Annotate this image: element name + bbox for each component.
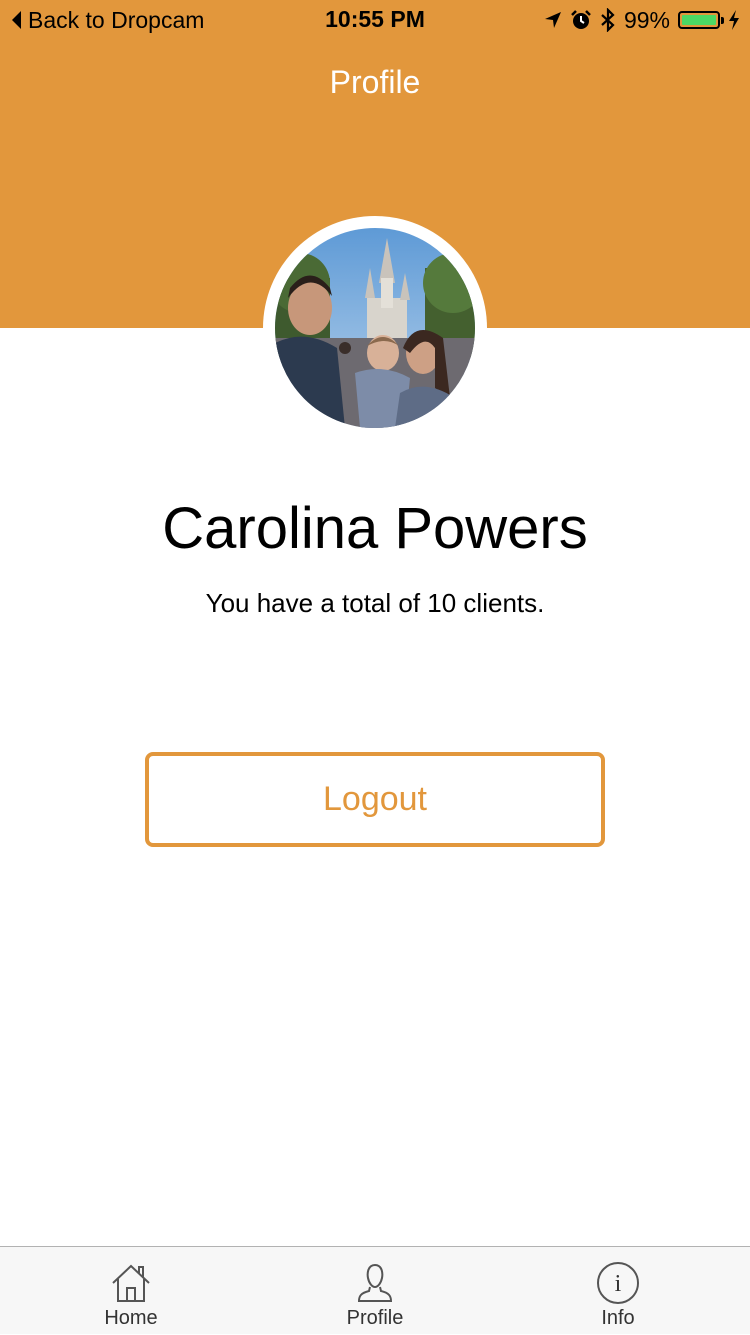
avatar-ring bbox=[263, 216, 487, 440]
tab-home-label: Home bbox=[104, 1307, 158, 1329]
location-arrow-icon bbox=[544, 12, 561, 28]
charging-bolt-icon bbox=[729, 10, 739, 30]
info-icon: i bbox=[597, 1262, 639, 1304]
bluetooth-icon bbox=[601, 8, 615, 32]
alarm-icon bbox=[571, 10, 591, 29]
logout-button[interactable]: Logout bbox=[145, 752, 605, 847]
tab-home[interactable]: Home bbox=[6, 1247, 256, 1335]
tab-bar: Home Profile i Info bbox=[0, 1246, 750, 1334]
tab-profile[interactable]: Profile bbox=[250, 1247, 500, 1335]
avatar bbox=[275, 228, 475, 428]
battery-level-fill bbox=[682, 15, 716, 25]
status-bar: Back to Dropcam 10:55 PM 99% bbox=[0, 0, 750, 40]
user-name: Carolina Powers bbox=[162, 496, 588, 561]
battery-percent: 99% bbox=[623, 6, 670, 33]
tab-info[interactable]: i Info bbox=[493, 1247, 743, 1335]
person-icon bbox=[357, 1263, 393, 1302]
page-title: Profile bbox=[329, 64, 421, 100]
home-icon bbox=[112, 1264, 150, 1302]
tab-profile-label: Profile bbox=[346, 1307, 404, 1329]
status-indicators: 99% bbox=[544, 6, 740, 34]
clients-count-text: You have a total of 10 clients. bbox=[205, 588, 545, 618]
tab-info-label: Info bbox=[601, 1307, 635, 1329]
battery-icon bbox=[678, 11, 724, 29]
svg-text:i: i bbox=[615, 1271, 622, 1297]
profile-photo bbox=[275, 228, 475, 428]
